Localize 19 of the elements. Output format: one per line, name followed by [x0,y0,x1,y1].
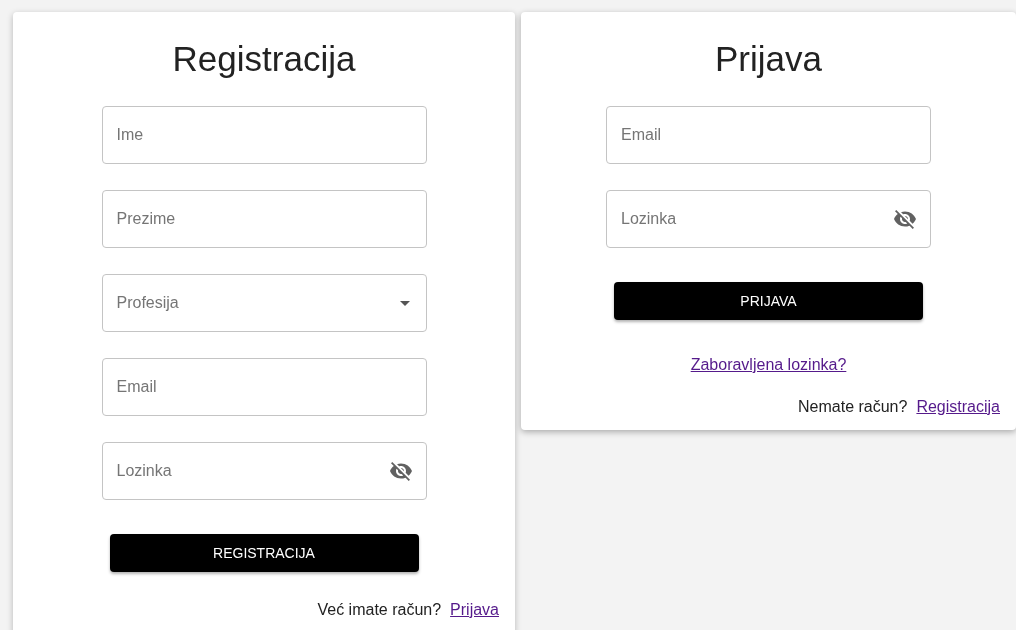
select-field[interactable]: Profesija [101,274,427,332]
eye-slash-icon[interactable] [388,459,413,483]
input-field[interactable]: Ime [101,106,427,164]
dropdown-caret-icon [399,300,410,306]
link[interactable]: Prijava [450,598,499,622]
input-field[interactable]: Prezime [101,190,427,248]
form-title: Prijava [715,38,822,80]
link[interactable]: Registracija [916,395,1000,419]
input-field[interactable]: Lozinka [606,190,931,248]
footer-text: Nemate račun? [798,397,908,417]
eye-slash-icon[interactable] [893,207,917,231]
input-field[interactable]: Email [606,106,931,164]
forgot-password-link[interactable]: Zaboravljena lozinka? [690,353,847,377]
footer-text: Već imate račun? [317,600,442,620]
submit-button[interactable]: PRIJAVA [614,282,923,320]
form-title: Registracija [172,38,356,80]
submit-button[interactable]: REGISTRACIJA [109,534,419,572]
input-field[interactable]: Lozinka [101,442,427,500]
input-field[interactable]: Email [101,358,427,416]
